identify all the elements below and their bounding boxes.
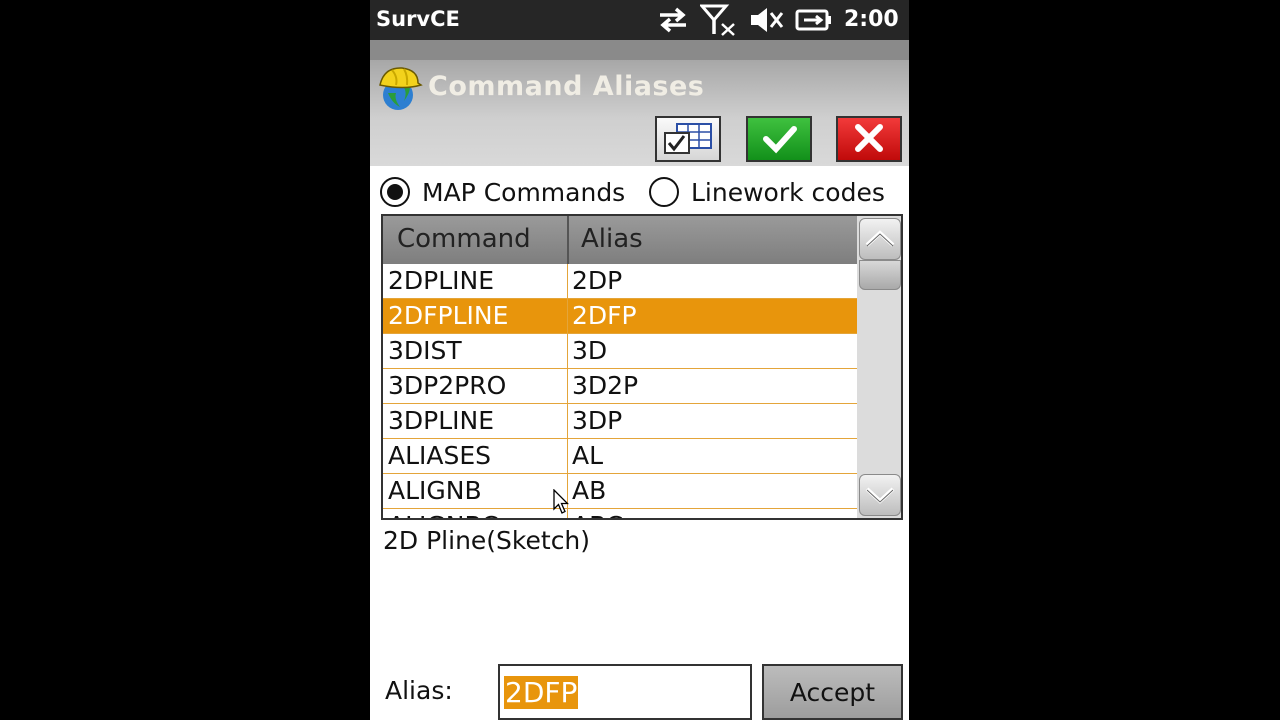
cell-command[interactable]: ALIGNBC <box>388 511 499 518</box>
no-signal-icon <box>700 4 735 36</box>
app-name: SurvCE <box>376 7 460 31</box>
close-icon <box>855 124 883 152</box>
cell-command[interactable]: 3DIST <box>388 336 462 365</box>
table-body: 2DPLINE 2DP 2DFPLINE 2DFP 3DIST 3D 3DP2PRO 3D2P… <box>383 264 857 518</box>
device-screen: SurvCE 2:00 Command Aliases MAP Commands… <box>370 0 909 720</box>
speaker-muted-icon <box>751 8 784 32</box>
cell-divider <box>567 334 568 369</box>
scroll-down-button[interactable] <box>859 474 901 516</box>
column-divider[interactable] <box>567 216 569 264</box>
radio-unselected-icon[interactable] <box>649 177 679 207</box>
page-title: Command Aliases <box>428 71 705 102</box>
table-row[interactable]: 2DPLINE 2DP <box>383 264 857 299</box>
cell-alias[interactable]: 3D <box>572 336 607 365</box>
cell-alias[interactable]: 2DP <box>572 266 622 295</box>
chevron-down-icon <box>865 487 895 504</box>
table-row[interactable]: 3DP2PRO 3D2P <box>383 369 857 404</box>
cell-command[interactable]: 2DFPLINE <box>388 301 508 330</box>
surveyor-helmet-logo-icon <box>379 67 423 110</box>
accept-button[interactable]: Accept <box>762 664 903 720</box>
alias-label: Alias: <box>385 676 453 705</box>
clock: 2:00 <box>844 7 899 32</box>
cell-alias[interactable]: ABC <box>572 511 623 518</box>
cell-command[interactable]: ALIASES <box>388 441 491 470</box>
alias-input[interactable]: 2DFP <box>498 664 752 720</box>
grid-checklist-icon <box>664 123 712 154</box>
scrollbar[interactable] <box>857 216 901 518</box>
cell-command[interactable]: 3DP2PRO <box>388 371 506 400</box>
cell-alias[interactable]: 2DFP <box>572 301 637 330</box>
status-strip <box>370 40 909 60</box>
cell-alias[interactable]: 3D2P <box>572 371 638 400</box>
cell-alias[interactable]: AB <box>572 476 606 505</box>
table-row[interactable]: 2DFPLINE 2DFP <box>383 299 857 334</box>
battery-charging-icon <box>795 9 831 31</box>
scroll-thumb[interactable] <box>859 260 901 290</box>
cancel-button[interactable] <box>836 116 902 162</box>
title-header: Command Aliases <box>370 60 909 166</box>
alias-input-value[interactable]: 2DFP <box>504 676 579 709</box>
cell-divider <box>567 369 568 404</box>
column-header-alias[interactable]: Alias <box>581 224 643 254</box>
grid-view-button[interactable] <box>655 116 721 162</box>
cell-divider <box>567 299 568 334</box>
radio-map-commands[interactable]: MAP Commands <box>380 174 625 210</box>
status-bar: SurvCE 2:00 <box>370 0 909 40</box>
cell-divider <box>567 264 568 299</box>
table-row[interactable]: 3DIST 3D <box>383 334 857 369</box>
table-row[interactable]: ALIASES AL <box>383 439 857 474</box>
table-row[interactable]: 3DPLINE 3DP <box>383 404 857 439</box>
radio-linework-codes[interactable]: Linework codes <box>649 174 885 210</box>
chevron-up-icon <box>865 230 895 247</box>
column-header-command[interactable]: Command <box>397 224 531 254</box>
status-icons <box>656 4 832 36</box>
checkmark-icon <box>763 126 797 154</box>
cell-alias[interactable]: 3DP <box>572 406 622 435</box>
radio-map-label: MAP Commands <box>422 177 626 207</box>
mouse-pointer-icon <box>553 489 569 514</box>
cell-command[interactable]: ALIGNB <box>388 476 482 505</box>
command-description: 2D Pline(Sketch) <box>383 526 591 555</box>
radio-linework-label: Linework codes <box>691 177 885 207</box>
ok-button[interactable] <box>746 116 812 162</box>
cell-divider <box>567 439 568 474</box>
cell-command[interactable]: 2DPLINE <box>388 266 494 295</box>
cell-command[interactable]: 3DPLINE <box>388 406 494 435</box>
cell-alias[interactable]: AL <box>572 441 603 470</box>
cell-divider <box>567 404 568 439</box>
scroll-up-button[interactable] <box>859 218 901 260</box>
radio-selected-icon[interactable] <box>380 177 410 207</box>
aliases-table: Command Alias 2DPLINE 2DP 2DFPLINE 2DFP 3DIS… <box>381 214 903 520</box>
table-row[interactable]: ALIGNBC ABC <box>383 509 857 518</box>
table-header: Command Alias <box>383 216 857 264</box>
table-row[interactable]: ALIGNB AB <box>383 474 857 509</box>
sync-arrows-icon <box>660 7 686 33</box>
